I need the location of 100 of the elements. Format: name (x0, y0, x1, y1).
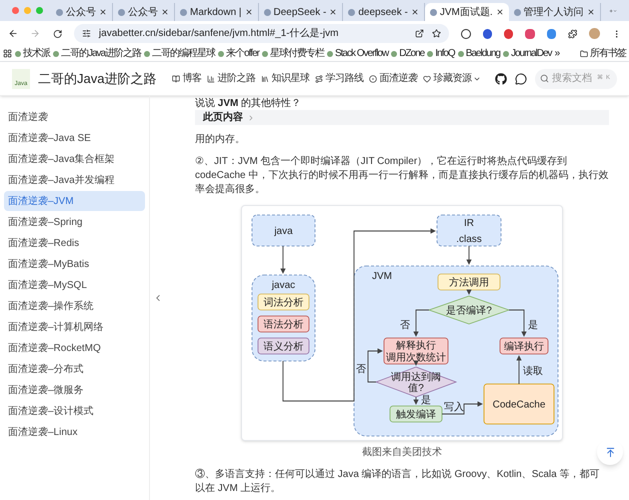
sidebar-item[interactable]: 面渣逆袭–分布式 (4, 359, 145, 379)
sidebar-item[interactable]: 面渣逆袭–Java并发编程 (4, 170, 145, 190)
connector-arrow (516, 355, 522, 384)
close-icon[interactable] (496, 8, 504, 16)
close-icon[interactable] (244, 8, 253, 16)
tab-title: 管理个人访问 (524, 6, 584, 20)
tab-title: 公众号 (128, 6, 158, 20)
bookmark-link[interactable]: 二哥的编程星球 (144, 46, 216, 61)
bookmark-link[interactable]: 来个offer (218, 46, 259, 61)
scroll-to-top-button[interactable] (597, 439, 623, 465)
bookmark-link[interactable]: 星球付费专栏 (262, 46, 324, 61)
close-icon[interactable] (586, 8, 595, 16)
share-icon[interactable] (415, 29, 424, 38)
nav-link[interactable]: 博客 (172, 71, 202, 86)
site-icon (514, 8, 521, 16)
sidebar-item[interactable]: 面渣逆袭–微服务 (4, 380, 145, 400)
site-icon (180, 8, 187, 16)
back-icon[interactable] (8, 28, 18, 39)
connector-arrow (508, 310, 527, 337)
diagram-node: 语义分析 (258, 338, 310, 354)
bookmark-link[interactable]: Stack Overflow (326, 46, 388, 61)
tab-title: DeepSeek - (274, 6, 326, 20)
site-settings-icon[interactable] (82, 29, 91, 38)
diagram-node: 词法分析 (258, 294, 310, 310)
diagram-node: 语法分析 (258, 316, 310, 332)
tab-title: JVM面试题. (440, 6, 493, 20)
connector-arrow (466, 246, 472, 265)
edge-label: 是 (421, 395, 431, 406)
bookmark-link[interactable]: DZone (391, 46, 424, 61)
bookmark-link[interactable]: JournalDev (502, 46, 552, 61)
edge-label: 读取 (523, 366, 543, 377)
sidebar-item[interactable]: 面渣逆袭–RocketMQ (4, 338, 145, 358)
folder-icon (580, 50, 588, 58)
chat-icon[interactable] (515, 72, 527, 84)
nav-link[interactable]: 知识星球 (261, 71, 310, 86)
heading-text: 说说 JVM 的其他特性？ (195, 96, 302, 110)
sidebar-item[interactable]: 面渣逆袭–Linux (4, 422, 145, 442)
bookmark-link[interactable]: InfoQ (427, 46, 455, 61)
sidebar-item[interactable]: 面渣逆袭–MyBatis (4, 254, 145, 274)
nav-link[interactable]: 珍藏资源 (423, 71, 482, 86)
apps-icon[interactable] (3, 49, 12, 58)
diagram-node: 方法调用 (438, 274, 500, 290)
edge-label: 是 (528, 320, 538, 331)
edge-label: 写入 (444, 402, 464, 413)
github-icon[interactable] (495, 72, 507, 84)
diagram-node: 编译执行 (500, 338, 548, 354)
diagram-node: IR .class (436, 214, 502, 246)
sidebar-item[interactable]: 面渣逆袭 (4, 107, 145, 127)
close-icon[interactable] (329, 8, 338, 16)
tab-title: 公众号 (66, 6, 96, 20)
more-bookmarks[interactable]: » (554, 46, 560, 61)
site-icon (56, 8, 63, 16)
site-title[interactable]: 二哥的Java进阶之路 (38, 68, 156, 88)
extension-icon[interactable] (482, 28, 492, 38)
connector-arrow (466, 290, 472, 295)
site-icon (348, 8, 356, 16)
decision-diamond: 是否编译? (428, 296, 510, 324)
sidebar-item[interactable]: 面渣逆袭–Spring (4, 212, 145, 232)
search-input[interactable]: 搜索文档 (552, 71, 594, 86)
sidebar-item[interactable]: 面渣逆袭–操作系统 (4, 296, 145, 316)
sidebar-item[interactable]: 面渣逆袭–Java集合框架 (4, 149, 145, 169)
edge-label: 否 (400, 320, 410, 331)
site-icon (264, 8, 271, 16)
extension-icon[interactable] (461, 28, 471, 38)
paragraph: 用的内存。 (195, 133, 246, 147)
bookmark-star-icon[interactable] (432, 29, 442, 38)
diagram-node: 触发编译 (390, 406, 442, 422)
close-icon[interactable] (99, 8, 107, 16)
nav-icon (423, 74, 432, 82)
close-icon[interactable] (161, 8, 169, 16)
search-icon (540, 74, 549, 83)
nav-icon (172, 74, 180, 82)
diagram-node: CodeCache (484, 384, 554, 424)
extensions-icon[interactable] (568, 28, 578, 38)
nav-link[interactable]: 进阶之路 (207, 71, 256, 86)
sidebar-item[interactable]: 面渣逆袭–设计模式 (4, 401, 145, 421)
nav-link[interactable]: 面渣逆袭 (369, 71, 418, 86)
reload-icon[interactable] (52, 28, 62, 38)
nav-icon (369, 74, 378, 82)
connector-arrow (442, 401, 483, 414)
all-bookmarks-link[interactable]: 所有书签 (580, 46, 626, 61)
toc-toggle[interactable]: 此页内容 (195, 110, 609, 125)
sidebar-item[interactable]: 面渣逆袭–MySQL (4, 275, 145, 295)
paragraph: ③、多语言支持：任何可以通过 Java 编译的语言，比如说 Groovy、Kotlin、Scala 等，都可以在 JVM 上运行。 (195, 468, 600, 496)
bookmark-link[interactable]: Baeldung (458, 46, 500, 61)
close-icon[interactable] (410, 8, 419, 16)
bookmark-link[interactable]: 技术派 (15, 46, 50, 61)
sidebar-item[interactable]: 面渣逆袭–Java SE (4, 128, 145, 148)
nav-icon (207, 74, 216, 82)
sidebar-item[interactable]: 面渣逆袭–Redis (4, 233, 145, 253)
chevron-right-icon (247, 114, 255, 122)
diagram-node: java (252, 214, 316, 246)
sidebar-item[interactable]: 面渣逆袭–计算机网络 (4, 317, 145, 337)
address-bar[interactable]: javabetter.cn/sidebar/sanfene/jvm.html#_1-什么是-jvm (74, 24, 450, 43)
bookmark-link[interactable]: 二哥的Java进阶之路 (53, 46, 142, 61)
nav-link[interactable]: 学习路线 (315, 71, 364, 86)
browser-tab[interactable]: JVM面试题. (424, 3, 509, 21)
edge-label: 否 (356, 364, 366, 375)
site-icon (430, 8, 437, 16)
sidebar-item[interactable]: 面渣逆袭–JVM (4, 191, 145, 211)
